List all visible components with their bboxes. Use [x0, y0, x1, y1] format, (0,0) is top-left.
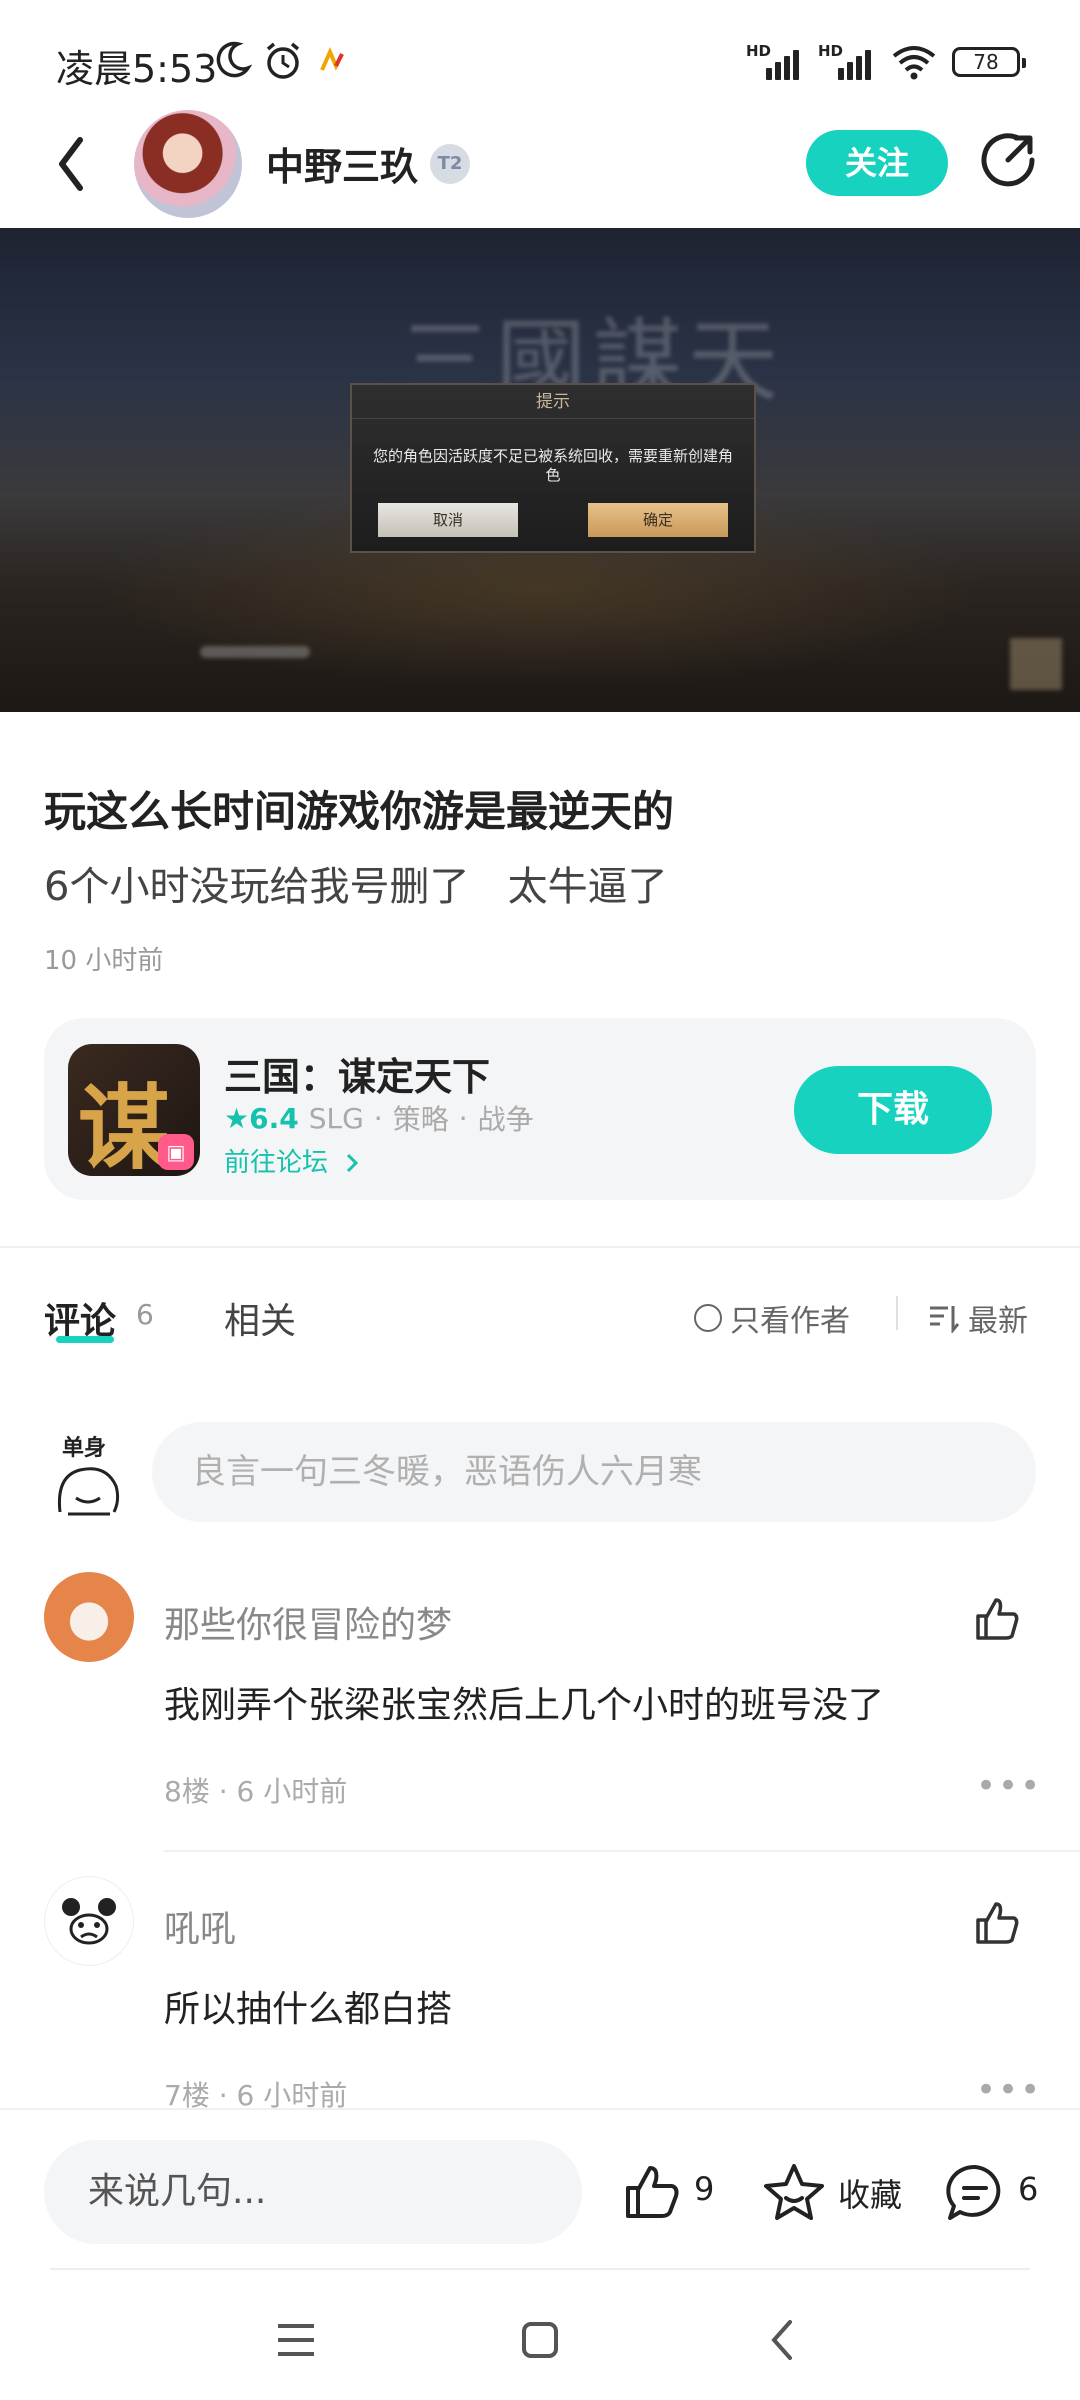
game-name[interactable]: 三国：谋定天下 [224, 1046, 490, 1101]
sort-latest-button[interactable]: 最新 [928, 1296, 1028, 1340]
game-tag: SLG [308, 1101, 364, 1135]
comment-avatar[interactable] [44, 1572, 134, 1662]
filter-separator [896, 1296, 898, 1330]
system-nav-bar [0, 2280, 1080, 2400]
comment-more-icon[interactable]: ••• [976, 1766, 1042, 1806]
comment-count: 6 [1018, 2170, 1039, 2208]
dialog-message: 您的角色因活跃度不足已被系统回收，需要重新创建角色 [372, 447, 733, 484]
section-divider [0, 1246, 1080, 1248]
only-author-toggle[interactable]: 只看作者 [694, 1296, 850, 1340]
dialog-cancel-button: 取消 [378, 503, 518, 537]
like-count: 9 [694, 2170, 715, 2208]
comments-count: 6 [136, 1298, 154, 1331]
like-icon[interactable] [622, 2162, 682, 2222]
battery-icon: 78 [952, 47, 1026, 77]
post-time: 10 小时前 [44, 946, 164, 976]
comment-more-icon[interactable]: ••• [976, 2070, 1042, 2110]
moon-icon [216, 41, 252, 78]
chevron-right-icon [347, 1153, 359, 1173]
post-title: 玩这么长时间游戏你游是最逆天的 [44, 787, 675, 836]
signal-icon-sim1: HD [746, 42, 804, 82]
home-icon[interactable] [520, 2320, 560, 2360]
comment-like-icon[interactable] [972, 1594, 1022, 1644]
favorite-label[interactable]: 收藏 [838, 2170, 902, 2216]
in-game-dialog: 提示 您的角色因活跃度不足已被系统回收，需要重新创建角色 取消 确定 [350, 383, 756, 553]
status-right: HD HD 78 [746, 40, 1026, 84]
bottom-divider [50, 2268, 1030, 2270]
comment-input[interactable]: 良言一句三冬暖，恶语伤人六月寒 [152, 1422, 1036, 1522]
follow-button[interactable]: 关注 [806, 130, 948, 196]
share-icon[interactable] [978, 130, 1038, 190]
comment-text: 所以抽什么都白搭 [164, 1989, 453, 2030]
game-tag: 策略 [392, 1103, 449, 1136]
image-blur-box [1010, 638, 1062, 690]
level-badge: T2 [430, 144, 470, 184]
status-bar: 凌晨5:53 HD HD 78 [0, 0, 1080, 120]
bottom-action-bar: 来说几句... 9 收藏 6 [0, 2108, 1080, 2268]
bilibili-badge-icon: ▣ [158, 1134, 194, 1170]
radio-circle-icon [694, 1304, 722, 1332]
post-header: 中野三玖 T2 关注 [0, 104, 1080, 224]
comment-author[interactable]: 吼吼 [164, 1900, 236, 1952]
dialog-ok-button: 确定 [588, 503, 728, 537]
game-meta: ★6.4 SLG · 策略 · 战争 [224, 1098, 534, 1138]
game-icon[interactable]: 谋 ▣ [68, 1044, 200, 1176]
active-tab-indicator [56, 1336, 114, 1343]
forum-link[interactable]: 前往论坛 [224, 1142, 362, 1179]
comment-bubble-icon[interactable] [944, 2162, 1006, 2224]
signal-icon-sim2: HD [818, 42, 876, 82]
comment-separator [164, 1850, 1080, 1852]
author-avatar[interactable] [134, 110, 242, 218]
meme-face-icon [57, 1467, 120, 1516]
menu-icon[interactable] [274, 2320, 318, 2360]
post-image[interactable]: 三國謀天 提示 您的角色因活跃度不足已被系统回收，需要重新创建角色 取消 确定 [0, 228, 1080, 712]
my-avatar[interactable]: 单身 [50, 1430, 126, 1522]
comment-avatar[interactable] [44, 1876, 134, 1966]
comment-like-icon[interactable] [972, 1898, 1022, 1948]
game-card[interactable]: 谋 ▣ 三国：谋定天下 ★6.4 SLG · 策略 · 战争 前往论坛 下载 [44, 1018, 1036, 1200]
comment-author[interactable]: 那些你很冒险的梦 [164, 1596, 452, 1648]
sort-icon [930, 1306, 960, 1333]
game-tag: 战争 [477, 1103, 534, 1136]
comment-text: 我刚弄个张梁张宝然后上几个小时的班号没了 [164, 1685, 885, 1726]
dialog-title: 提示 [352, 385, 754, 419]
back-arrow-icon[interactable] [50, 132, 94, 196]
author-name[interactable]: 中野三玖 [266, 136, 418, 191]
nav-back-icon[interactable] [768, 2318, 798, 2362]
panda-face-icon [62, 1898, 116, 1945]
post-body: 6个小时没玩给我号删了 太牛逼了 [44, 864, 668, 910]
tab-related[interactable]: 相关 [224, 1292, 296, 1344]
status-time: 凌晨5:53 [56, 47, 218, 91]
app-notification-icon [320, 47, 344, 71]
download-button[interactable]: 下载 [794, 1066, 992, 1154]
game-score: ★6.4 [224, 1101, 299, 1135]
reply-input[interactable]: 来说几句... [44, 2140, 582, 2244]
alarm-icon [266, 42, 300, 79]
image-blur-bar [200, 646, 310, 658]
comment-meta: 8楼 · 6 小时前 [164, 1775, 348, 1808]
wifi-icon [892, 46, 936, 80]
favorite-star-icon[interactable] [762, 2160, 826, 2224]
